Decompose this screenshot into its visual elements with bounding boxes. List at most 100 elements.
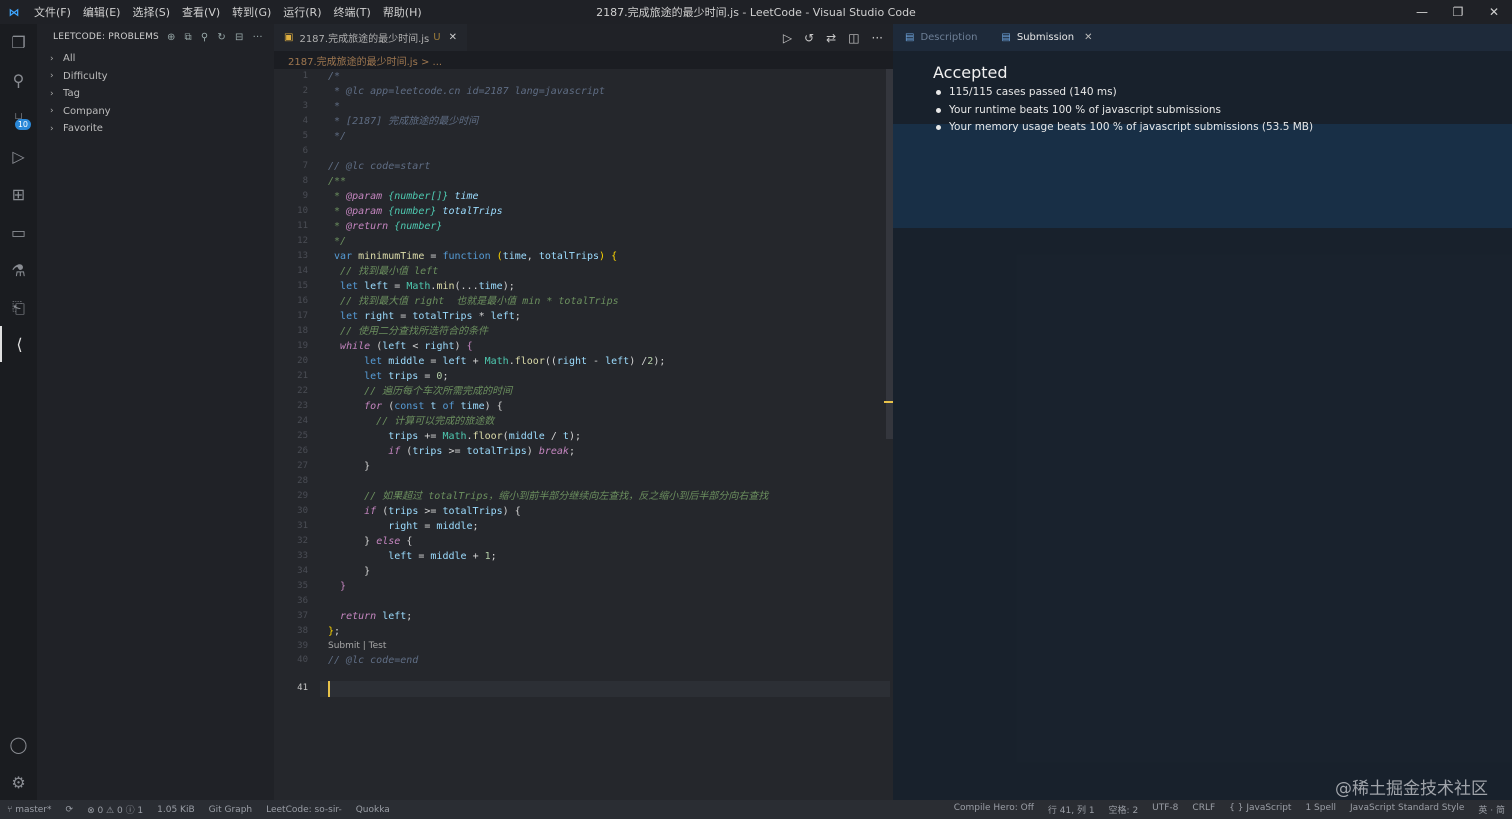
cursor-position-status[interactable]: 行 41, 列 1 [1041, 803, 1102, 816]
menu-edit[interactable]: 编辑(E) [77, 4, 127, 20]
chevron-right-icon: › [50, 88, 54, 99]
menu-go[interactable]: 转到(G) [226, 4, 277, 20]
menu-file[interactable]: 文件(F) [28, 4, 77, 20]
editor-tab-bar: ▣ 2187.完成旅途的最少时间.js U ✕ ▷ ↺ ⇄ ◫ ··· [274, 24, 893, 51]
editor-toolbar: ▷ ↺ ⇄ ◫ ··· [783, 31, 893, 45]
menu-bar: 文件(F) 编辑(E) 选择(S) 查看(V) 转到(G) 运行(R) 终端(T… [28, 4, 428, 20]
sidebar-title: LEETCODE: PROBLEMS [53, 32, 159, 42]
compare-icon[interactable]: ⇄ [826, 31, 836, 45]
menu-terminal[interactable]: 终端(T) [328, 4, 377, 20]
tree-item-company[interactable]: › Company [37, 103, 274, 121]
codelens-submit-test[interactable]: Submit | Test [328, 639, 386, 654]
code-line: let trips = 0; [364, 371, 449, 382]
line-number: 31 [297, 521, 308, 531]
line-number: 7 [302, 161, 308, 171]
vscode-logo-icon: ⋈ [8, 5, 20, 19]
result-item: Your memory usage beats 100 % of javascr… [935, 119, 1313, 137]
tree-item-label: Favorite [63, 123, 103, 135]
line-number: 2 [302, 86, 308, 96]
breadcrumb[interactable]: 2187.完成旅途的最少时间.js > ... [274, 51, 893, 69]
scrollbar-marker [884, 401, 893, 403]
menu-run[interactable]: 运行(R) [277, 4, 327, 20]
language-mode-status[interactable]: { } JavaScript [1222, 803, 1298, 816]
line-number: 1 [302, 71, 308, 81]
tree-item-favorite[interactable]: › Favorite [37, 120, 274, 138]
run-icon[interactable]: ▷ [783, 31, 792, 45]
globe-icon[interactable]: ⊕ [167, 32, 176, 43]
folder-icon[interactable]: ▭ [0, 214, 37, 250]
line-number: 13 [297, 251, 308, 261]
bookmark-icon[interactable]: ⎗ [0, 290, 37, 326]
line-number: 30 [297, 506, 308, 516]
quokka-status[interactable]: Quokka [349, 805, 397, 815]
problems-status[interactable]: ⊗ 0 ⚠ 0 ⓘ 1 [80, 803, 150, 816]
preview-icon: ▤ [905, 32, 915, 43]
tree-item-all[interactable]: › All [37, 50, 274, 68]
code-line: return left; [340, 611, 413, 622]
more-actions-icon[interactable]: ··· [872, 31, 883, 45]
compile-hero-status[interactable]: Compile Hero: Off [947, 803, 1041, 816]
close-window-button[interactable]: ✕ [1476, 0, 1512, 24]
line-number: 15 [297, 281, 308, 291]
result-item: Your runtime beats 100 % of javascript s… [935, 102, 1313, 120]
close-tab-button[interactable]: ✕ [449, 32, 457, 43]
editor-scrollbar[interactable] [886, 69, 893, 439]
history-icon[interactable]: ↺ [804, 31, 814, 45]
search-icon[interactable]: ⚲ [0, 62, 37, 98]
test-icon[interactable]: ⚗ [0, 252, 37, 288]
modified-indicator: U [433, 32, 441, 43]
account-icon[interactable]: ◯ [0, 726, 37, 762]
menu-help[interactable]: 帮助(H) [377, 4, 428, 20]
branch-status[interactable]: ⑂ master* [0, 805, 59, 815]
extensions-icon[interactable]: ⊞ [0, 176, 37, 212]
leetcode-user-status[interactable]: LeetCode: so-sir- [259, 805, 349, 815]
explorer-icon[interactable]: ❐ [0, 24, 37, 60]
source-control-icon[interactable]: ⑂ 10 [0, 100, 37, 136]
code-line: // 遍历每个车次所需完成的时间 [364, 386, 513, 397]
code-area[interactable]: /* * @lc app=leetcode.cn id=2187 lang=ja… [328, 69, 888, 800]
refresh-icon[interactable]: ↻ [217, 32, 226, 43]
tree-item-tag[interactable]: › Tag [37, 85, 274, 103]
line-number: 8 [302, 176, 308, 186]
code-line: let right = totalTrips * left; [340, 311, 521, 322]
code-line: * @param {number[]} time [328, 191, 479, 202]
minimize-button[interactable]: — [1404, 0, 1440, 24]
js-file-icon: ▣ [284, 32, 294, 43]
ime-status[interactable]: 英 · 简 [1471, 803, 1512, 816]
code-line: } [364, 566, 371, 577]
leetcode-sidebar: LEETCODE: PROBLEMS ⊕ ⧉ ⚲ ↻ ⊟ ··· › All › D… [37, 24, 274, 800]
menu-view[interactable]: 查看(V) [176, 4, 226, 20]
editor-tab[interactable]: ▣ 2187.完成旅途的最少时间.js U ✕ [274, 24, 467, 51]
line-number: 16 [297, 296, 308, 306]
menu-selection[interactable]: 选择(S) [126, 4, 176, 20]
leetcode-icon[interactable]: ⟨ [0, 326, 37, 362]
close-tab-button[interactable]: ✕ [1084, 32, 1092, 43]
gear-icon[interactable]: ⚙ [0, 764, 37, 800]
split-editor-icon[interactable]: ◫ [848, 31, 859, 45]
tree-item-difficulty[interactable]: › Difficulty [37, 68, 274, 86]
search-problem-icon[interactable]: ⚲ [201, 32, 209, 43]
sync-icon[interactable]: ⟳ [59, 805, 81, 815]
line-number: 35 [297, 581, 308, 591]
line-number: 20 [297, 356, 308, 366]
eol-status[interactable]: CRLF [1185, 803, 1222, 816]
line-number: 29 [297, 491, 308, 501]
git-graph-button[interactable]: Git Graph [202, 805, 259, 815]
spell-status[interactable]: 1 Spell [1298, 803, 1343, 816]
linter-style-status[interactable]: JavaScript Standard Style [1343, 803, 1471, 816]
line-number: 33 [297, 551, 308, 561]
collapse-all-icon[interactable]: ⊟ [235, 32, 244, 43]
line-number: 5 [302, 131, 308, 141]
code-editor[interactable]: 1 2 3 4 5 6 7 8 9 10 11 12 13 14 15 16 17 18 19 20 21 22 23 24 2… [274, 69, 893, 800]
sign-in-icon[interactable]: ⧉ [185, 32, 192, 43]
line-number: 10 [297, 206, 308, 216]
more-icon[interactable]: ··· [253, 32, 263, 43]
code-line: // 如果超过 totalTrips，缩小到前半部分继续向左查找，反之缩小到后半… [364, 491, 769, 502]
indentation-status[interactable]: 空格: 2 [1102, 803, 1146, 816]
restore-button[interactable]: ❐ [1440, 0, 1476, 24]
preview-icon: ▤ [1001, 32, 1011, 43]
encoding-status[interactable]: UTF-8 [1145, 803, 1185, 816]
run-debug-icon[interactable]: ▷ [0, 138, 37, 174]
tab-description[interactable]: ▤ Description [893, 24, 989, 51]
tab-submission[interactable]: ▤ Submission ✕ [989, 24, 1104, 51]
